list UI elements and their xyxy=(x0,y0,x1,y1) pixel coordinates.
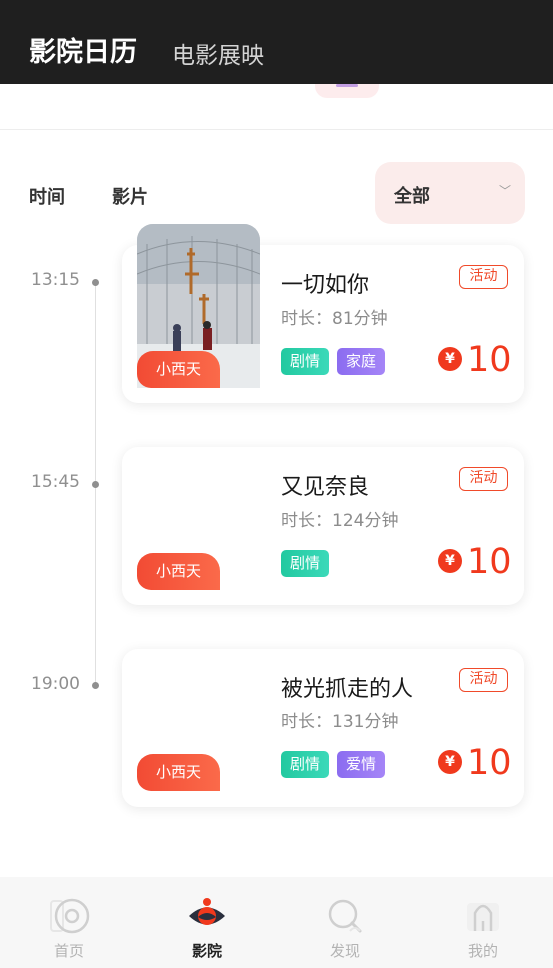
header-tab-film-screening[interactable]: 电影展映 xyxy=(172,36,264,70)
ticket-price: 10 xyxy=(467,542,512,582)
tab-label: 影院 xyxy=(191,942,222,960)
cinema-tag: 小西天 xyxy=(137,754,220,791)
filter-dropdown-value: 全部 xyxy=(394,186,430,207)
film-title[interactable]: 又见奈良 xyxy=(281,469,369,501)
date-indicator-dot xyxy=(336,84,358,87)
timeline-dot xyxy=(92,682,99,689)
tab-label: 发现 xyxy=(329,942,360,960)
promo-badge: 活动 xyxy=(459,467,508,491)
genre-tag: 家庭 xyxy=(337,348,385,375)
screening-time: 19:00 xyxy=(31,674,80,694)
film-title[interactable]: 被光抓走的人 xyxy=(281,671,413,703)
cinema-eye-icon xyxy=(189,898,225,925)
cinema-tag: 小西天 xyxy=(137,553,220,590)
bottom-tab-bar: 首页 影院 发现 我的 xyxy=(0,877,553,968)
profile-icon xyxy=(467,903,499,931)
tab-label: 我的 xyxy=(467,942,498,960)
genre-tag: 剧情 xyxy=(281,751,329,778)
app-header: 影院日历 电影展映 xyxy=(0,0,553,84)
film-duration: 时长：81分钟 xyxy=(281,309,388,329)
filter-time-label[interactable]: 时间 xyxy=(29,183,65,209)
chevron-down-icon: ﹀ xyxy=(499,184,512,198)
film-duration: 时长：124分钟 xyxy=(281,511,399,531)
screening-time: 15:45 xyxy=(31,472,80,492)
genre-tag: 剧情 xyxy=(281,348,329,375)
film-title[interactable]: 一切如你 xyxy=(281,267,369,299)
tab-cinema[interactable]: 影院 xyxy=(138,877,276,968)
cinema-tag: 小西天 xyxy=(137,351,220,388)
tab-label: 首页 xyxy=(53,942,84,960)
header-title-cinema-calendar[interactable]: 影院日历 xyxy=(29,30,137,69)
yen-icon: ¥ xyxy=(438,750,462,774)
tab-profile[interactable]: 我的 xyxy=(414,877,552,968)
promo-badge: 活动 xyxy=(459,265,508,289)
promo-badge: 活动 xyxy=(459,668,508,692)
film-duration: 时长：131分钟 xyxy=(281,712,399,732)
date-strip xyxy=(0,84,553,130)
yen-icon: ¥ xyxy=(438,347,462,371)
genre-tag: 爱情 xyxy=(337,751,385,778)
tab-home[interactable]: 首页 xyxy=(0,877,138,968)
filter-film-label[interactable]: 影片 xyxy=(112,183,148,209)
discover-icon xyxy=(328,899,362,933)
timeline-dot xyxy=(92,481,99,488)
timeline-dot xyxy=(92,279,99,286)
screening-time: 13:15 xyxy=(31,270,80,290)
ticket-price: 10 xyxy=(467,340,512,380)
yen-icon: ¥ xyxy=(438,549,462,573)
tab-discover[interactable]: 发现 xyxy=(276,877,414,968)
genre-tag: 剧情 xyxy=(281,550,329,577)
ticket-price: 10 xyxy=(467,743,512,783)
filter-dropdown[interactable]: 全部 ﹀ xyxy=(375,162,525,224)
disc-icon xyxy=(50,898,90,934)
